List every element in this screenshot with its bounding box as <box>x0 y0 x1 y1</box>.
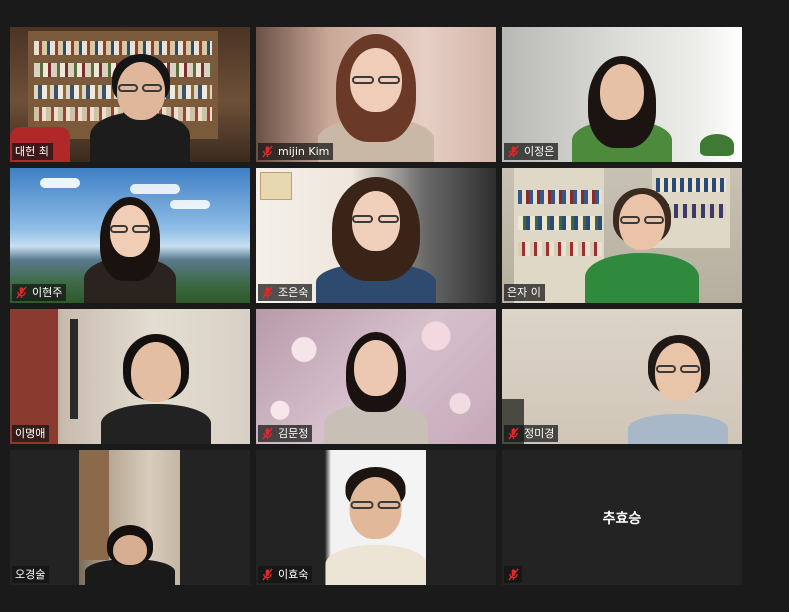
video-tile[interactable]: mijin Kim <box>256 27 496 162</box>
participant-name-label: 이명애 <box>12 425 50 442</box>
video-tile-camera-off[interactable]: 추효승 <box>502 450 742 585</box>
participant-name: 오경술 <box>15 568 46 581</box>
video-tile[interactable]: 정미경 <box>502 309 742 444</box>
video-tile[interactable]: 대헌 최 <box>10 27 250 162</box>
participant-video <box>256 309 496 444</box>
participant-video <box>10 27 250 162</box>
participant-name-label: 이정은 <box>504 143 559 160</box>
participant-name: 은자 이 <box>507 286 541 299</box>
participant-video <box>10 309 250 444</box>
video-tile[interactable]: 이현주 <box>10 168 250 303</box>
video-tile-active-speaker[interactable]: 은자 이 <box>502 168 742 303</box>
participant-video <box>502 168 742 303</box>
participant-name: 이정은 <box>524 145 555 158</box>
video-tile[interactable]: 김문정 <box>256 309 496 444</box>
participant-name: 정미경 <box>524 427 555 440</box>
participant-name-placeholder: 추효승 <box>602 511 642 527</box>
participant-name-label: 오경술 <box>12 566 50 583</box>
participant-video <box>256 168 496 303</box>
participant-video <box>502 27 742 162</box>
participant-name-label: mijin Kim <box>258 143 334 160</box>
microphone-muted-icon <box>262 286 273 299</box>
participant-name-label: 조은숙 <box>258 284 313 301</box>
participant-name: 이명애 <box>15 427 46 440</box>
microphone-muted-icon <box>508 427 519 440</box>
video-tile[interactable]: 조은숙 <box>256 168 496 303</box>
participant-name: 김문정 <box>278 427 309 440</box>
microphone-muted-icon <box>16 286 27 299</box>
participant-video <box>325 450 426 585</box>
video-tile[interactable]: 오경술 <box>10 450 250 585</box>
participant-name-label: 대헌 최 <box>12 143 53 160</box>
microphone-muted-icon <box>508 568 519 581</box>
participant-video <box>10 168 250 303</box>
participant-name-label <box>504 566 522 583</box>
participant-video <box>502 309 742 444</box>
microphone-muted-icon <box>262 568 273 581</box>
microphone-muted-icon <box>262 427 273 440</box>
participant-video <box>79 450 180 585</box>
participant-name-label: 이효숙 <box>258 566 313 583</box>
video-gallery: 대헌 최 mijin Kim 이정은 이현주 조은숙 은자 이 이명애 김문정 … <box>0 0 789 612</box>
participant-name: 이현주 <box>32 286 63 299</box>
participant-name-label: 정미경 <box>504 425 559 442</box>
video-tile[interactable]: 이정은 <box>502 27 742 162</box>
participant-name: 대헌 최 <box>15 145 49 158</box>
participant-video <box>256 27 496 162</box>
participant-name-label: 은자 이 <box>504 284 545 301</box>
participant-name-label: 이현주 <box>12 284 67 301</box>
video-tile[interactable]: 이효숙 <box>256 450 496 585</box>
video-tile[interactable]: 이명애 <box>10 309 250 444</box>
microphone-muted-icon <box>508 145 519 158</box>
participant-name: 이효숙 <box>278 568 309 581</box>
participant-name-label: 김문정 <box>258 425 313 442</box>
participant-name: 조은숙 <box>278 286 309 299</box>
microphone-muted-icon <box>262 145 273 158</box>
participant-name: mijin Kim <box>278 145 330 158</box>
